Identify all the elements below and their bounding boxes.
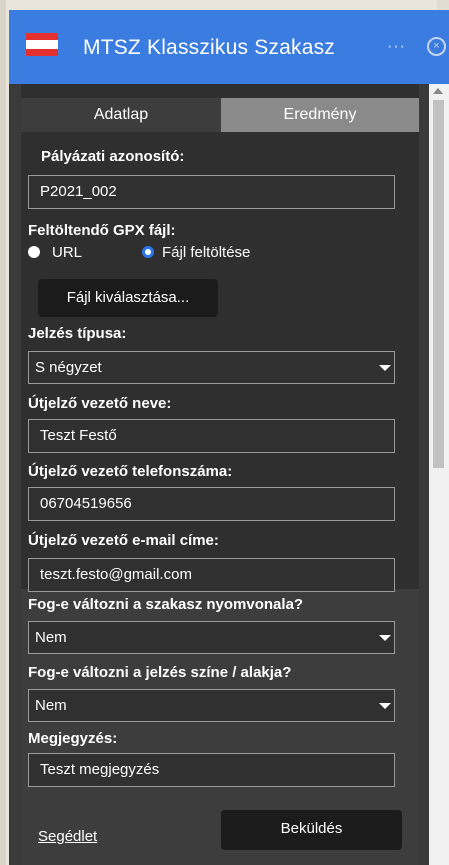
application-id-input[interactable]: P2021_002 [28,175,395,209]
more-options-icon[interactable]: ··· [387,38,406,56]
comment-input[interactable]: Teszt megjegyzés [28,753,395,787]
scrollbar-thumb[interactable] [433,100,444,468]
leader-name-input[interactable]: Teszt Festő [28,419,395,453]
route-change-value: Nem [35,629,67,646]
flag-icon [26,33,58,59]
radio-url[interactable] [28,246,40,258]
leader-phone-label: Útjelző vezető telefonszáma: [28,463,233,480]
marking-type-label: Jelzés típusa: [28,325,127,342]
leader-name-label: Útjelző vezető neve: [28,395,172,412]
radio-url-label[interactable]: URL [52,244,82,261]
tab-adatlap[interactable]: Adatlap [21,98,221,132]
panel-title: MTSZ Klasszikus Szakasz [83,36,335,59]
route-change-label: Fog-e változni a szakasz nyomvonala? [28,596,304,613]
form-content: Adatlap Eredmény Pályázati azonosító: P2… [21,84,419,865]
map-edge-left [0,0,6,865]
radio-file-upload[interactable] [142,246,154,258]
leader-email-input[interactable]: teszt.festo@gmail.com [28,558,395,592]
tab-eredmeny[interactable]: Eredmény [221,98,419,132]
close-icon[interactable]: × [427,37,446,56]
marking-type-value: S négyzet [35,359,102,376]
comment-label: Megjegyzés: [28,730,118,747]
choose-file-button[interactable]: Fájl kiválasztása... [38,279,218,317]
help-link[interactable]: Segédlet [38,828,97,845]
marking-change-value: Nem [35,697,67,714]
form-panel: Adatlap Eredmény Pályázati azonosító: P2… [9,84,449,865]
panel-header: MTSZ Klasszikus Szakasz ··· × [9,10,449,84]
route-change-select[interactable]: Nem [28,621,395,654]
leader-phone-input[interactable]: 06704519656 [28,487,395,521]
gpx-file-label: Feltöltendő GPX fájl: [28,222,176,239]
marking-change-label: Fog-e változni a jelzés színe / alakja? [28,664,292,681]
chevron-down-icon[interactable] [374,622,394,653]
chevron-down-icon[interactable] [374,352,394,383]
scroll-up-icon[interactable] [433,88,443,94]
application-id-label: Pályázati azonosító: [41,148,185,165]
scrollbar[interactable] [429,84,449,865]
chevron-down-icon[interactable] [374,690,394,721]
radio-file-upload-label[interactable]: Fájl feltöltése [162,244,250,261]
submit-button[interactable]: Beküldés [221,810,402,850]
leader-email-label: Útjelző vezető e-mail címe: [28,532,219,549]
marking-type-select[interactable]: S négyzet [28,351,395,384]
marking-change-select[interactable]: Nem [28,689,395,722]
